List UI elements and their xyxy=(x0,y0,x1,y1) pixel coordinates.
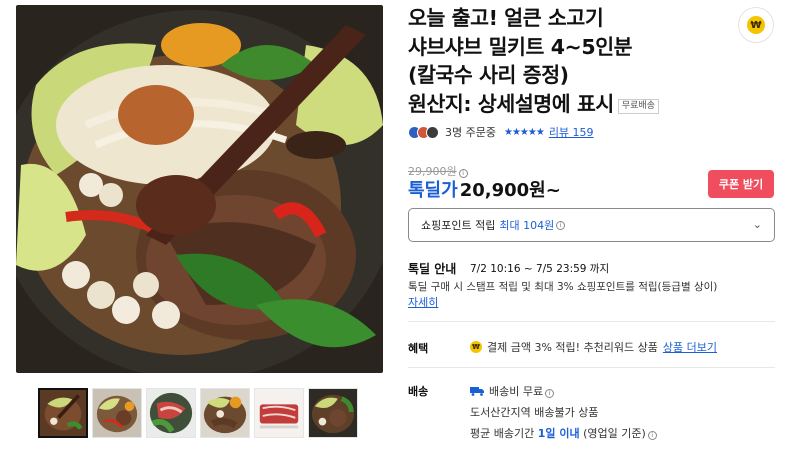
avg-delivery-row: 평균 배송기간 1일 이내 (영업일 기준) i xyxy=(470,423,657,444)
order-meta: 3명 주문중 ★★★★★ 리뷰 159 xyxy=(408,124,594,140)
deal-description: 톡딜 구매 시 스탬프 적립 및 최대 3% 쇼핑포인트를 적립(등급별 상이) xyxy=(408,281,718,293)
thumbnail-1[interactable] xyxy=(38,388,88,438)
points-max: 최대 104원 xyxy=(499,219,555,232)
won-coin-icon: ₩ xyxy=(747,16,765,34)
buyers-count: 3명 주문중 xyxy=(445,126,496,139)
thumbnail-strip xyxy=(38,388,358,438)
avg-delivery-prefix: 평균 배송기간 xyxy=(470,427,535,440)
review-link[interactable]: 리뷰 159 xyxy=(549,124,594,140)
deal-price-label: 톡딜가 xyxy=(408,180,458,201)
rating-stars: ★★★★★ xyxy=(503,126,545,138)
avatar xyxy=(426,125,439,139)
title-line-with-badge: 원산지: 상세설명에 표시 무료배송 xyxy=(408,90,728,119)
points-label: 쇼핑포인트 적립 xyxy=(421,219,496,232)
free-shipping-badge: 무료배송 xyxy=(617,98,659,114)
benefit-row: ₩ 결제 금액 3% 적립! 추천리워드 상품 상품 더보기 xyxy=(470,339,717,355)
deal-info: 톡딜 안내 7/2 10:16 ~ 7/5 23:59 까지 톡딜 구매 시 스… xyxy=(408,261,778,311)
divider xyxy=(408,367,775,368)
benefit-label: 혜택 xyxy=(408,342,429,355)
avg-delivery-suffix: (영업일 기준) xyxy=(583,427,646,440)
won-coin-icon: ₩ xyxy=(470,341,482,353)
sale-price-value: 20,900원~ xyxy=(459,180,561,201)
info-icon[interactable]: i xyxy=(545,389,555,398)
deal-details-link[interactable]: 자세히 xyxy=(408,295,778,311)
title-line: 오늘 출고! 얼큰 소고기 xyxy=(408,6,604,30)
chevron-down-icon: ⌄ xyxy=(752,218,762,231)
title-line: 원산지: 상세설명에 표시 xyxy=(408,91,614,116)
shipping-fee: 배송비 무료 xyxy=(489,385,544,398)
truck-icon xyxy=(470,387,484,396)
deal-period: 7/2 10:16 ~ 7/5 23:59 까지 xyxy=(470,263,610,275)
shipping-label: 배송 xyxy=(408,385,429,398)
product-title: 오늘 출고! 얼큰 소고기 샤브샤브 밀키트 4~5인분 (칼국수 사리 증정)… xyxy=(408,4,728,118)
buyer-avatars xyxy=(408,125,439,139)
thumbnail-4[interactable] xyxy=(200,388,250,438)
points-dropdown[interactable]: 쇼핑포인트 적립 최대 104원 i ⌄ xyxy=(408,208,775,242)
shipping-info: 배송비 무료 i 도서산간지역 배송불가 상품 평균 배송기간 1일 이내 (영업… xyxy=(470,381,657,444)
avg-delivery-value: 1일 이내 xyxy=(537,427,580,440)
shipping-fee-row: 배송비 무료 i xyxy=(470,381,657,402)
pay-button[interactable]: ₩ xyxy=(738,7,774,43)
title-line: (칼국수 사리 증정) xyxy=(408,63,569,87)
sale-price: 톡딜가 20,900원~ xyxy=(408,176,561,202)
title-line: 샤브샤브 밀키트 4~5인분 xyxy=(408,34,633,59)
thumbnail-2[interactable] xyxy=(92,388,142,438)
info-icon[interactable]: i xyxy=(647,431,657,440)
coupon-button[interactable]: 쿠폰 받기 xyxy=(708,170,774,198)
more-products-link[interactable]: 상품 더보기 xyxy=(663,339,717,355)
divider xyxy=(408,321,775,322)
benefit-text: 결제 금액 3% 적립! 추천리워드 상품 xyxy=(487,341,658,354)
main-product-image[interactable] xyxy=(16,5,383,373)
thumbnail-5[interactable] xyxy=(254,388,304,438)
thumbnail-6[interactable] xyxy=(308,388,358,438)
info-icon[interactable]: i xyxy=(556,220,566,230)
thumbnail-3[interactable] xyxy=(146,388,196,438)
shipping-restriction: 도서산간지역 배송불가 상품 xyxy=(470,406,599,419)
